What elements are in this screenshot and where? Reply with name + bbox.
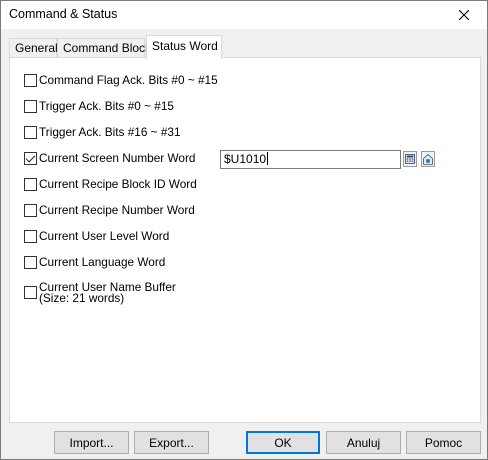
option-current-screen-number[interactable]: Current Screen Number Word bbox=[24, 151, 195, 165]
checkbox[interactable] bbox=[24, 204, 37, 217]
option-current-user-level[interactable]: Current User Level Word bbox=[24, 229, 169, 243]
option-label-line2: (Size: 21 words) bbox=[39, 291, 125, 305]
address-keypad-button[interactable] bbox=[403, 151, 417, 167]
option-label: Current User Level Word bbox=[39, 229, 170, 243]
option-label: Current Recipe Block ID Word bbox=[39, 177, 197, 191]
help-button[interactable]: Pomoc bbox=[406, 431, 481, 454]
checkbox[interactable] bbox=[24, 100, 37, 113]
close-button[interactable] bbox=[441, 1, 487, 29]
address-tag-icon bbox=[423, 153, 433, 165]
option-current-recipe-block-id[interactable]: Current Recipe Block ID Word bbox=[24, 177, 197, 191]
option-current-user-name-buffer[interactable]: Current User Name Buffer (Size: 21 words… bbox=[24, 281, 199, 305]
option-trigger-ack-0-15[interactable]: Trigger Ack. Bits #0 ~ #15 bbox=[24, 99, 174, 113]
option-command-flag-ack[interactable]: Command Flag Ack. Bits #0 ~ #15 bbox=[24, 73, 218, 87]
option-current-language[interactable]: Current Language Word bbox=[24, 255, 165, 269]
status-word-panel: Command Flag Ack. Bits #0 ~ #15 Trigger … bbox=[9, 57, 481, 423]
export-button[interactable]: Export... bbox=[134, 431, 209, 454]
checkbox[interactable] bbox=[24, 230, 37, 243]
option-trigger-ack-16-31[interactable]: Trigger Ack. Bits #16 ~ #31 bbox=[24, 125, 181, 139]
address-keypad-icon bbox=[405, 154, 415, 164]
screen-number-address-input[interactable]: $U1010 bbox=[220, 150, 401, 169]
text-caret bbox=[267, 152, 269, 165]
option-current-recipe-number[interactable]: Current Recipe Number Word bbox=[24, 203, 195, 217]
option-label: Current Recipe Number Word bbox=[39, 203, 195, 217]
option-label: Current Language Word bbox=[39, 255, 166, 269]
option-label: Trigger Ack. Bits #16 ~ #31 bbox=[39, 125, 181, 139]
tab-command-block[interactable]: Command Block bbox=[57, 38, 151, 58]
close-icon bbox=[459, 10, 469, 20]
checkbox[interactable] bbox=[24, 74, 37, 87]
cancel-button[interactable]: Anuluj bbox=[326, 431, 401, 454]
tab-general[interactable]: General bbox=[9, 38, 58, 58]
address-tag-button[interactable] bbox=[421, 151, 435, 167]
dialog-window: Command & Status General Command Block S… bbox=[0, 0, 488, 460]
option-label: Current User Name Buffer (Size: 21 words… bbox=[39, 281, 199, 305]
checkbox[interactable] bbox=[24, 286, 37, 299]
option-label: Command Flag Ack. Bits #0 ~ #15 bbox=[39, 73, 218, 87]
tab-status-word[interactable]: Status Word bbox=[146, 35, 222, 59]
import-button[interactable]: Import... bbox=[54, 431, 129, 454]
checkbox-checked[interactable] bbox=[24, 152, 37, 165]
ok-button[interactable]: OK bbox=[246, 431, 320, 454]
checkbox[interactable] bbox=[24, 256, 37, 269]
checkbox[interactable] bbox=[24, 178, 37, 191]
option-label: Trigger Ack. Bits #0 ~ #15 bbox=[39, 99, 174, 113]
option-label: Current Screen Number Word bbox=[39, 151, 196, 165]
title-bar: Command & Status bbox=[1, 1, 487, 29]
window-title: Command & Status bbox=[9, 7, 118, 21]
checkbox[interactable] bbox=[24, 126, 37, 139]
